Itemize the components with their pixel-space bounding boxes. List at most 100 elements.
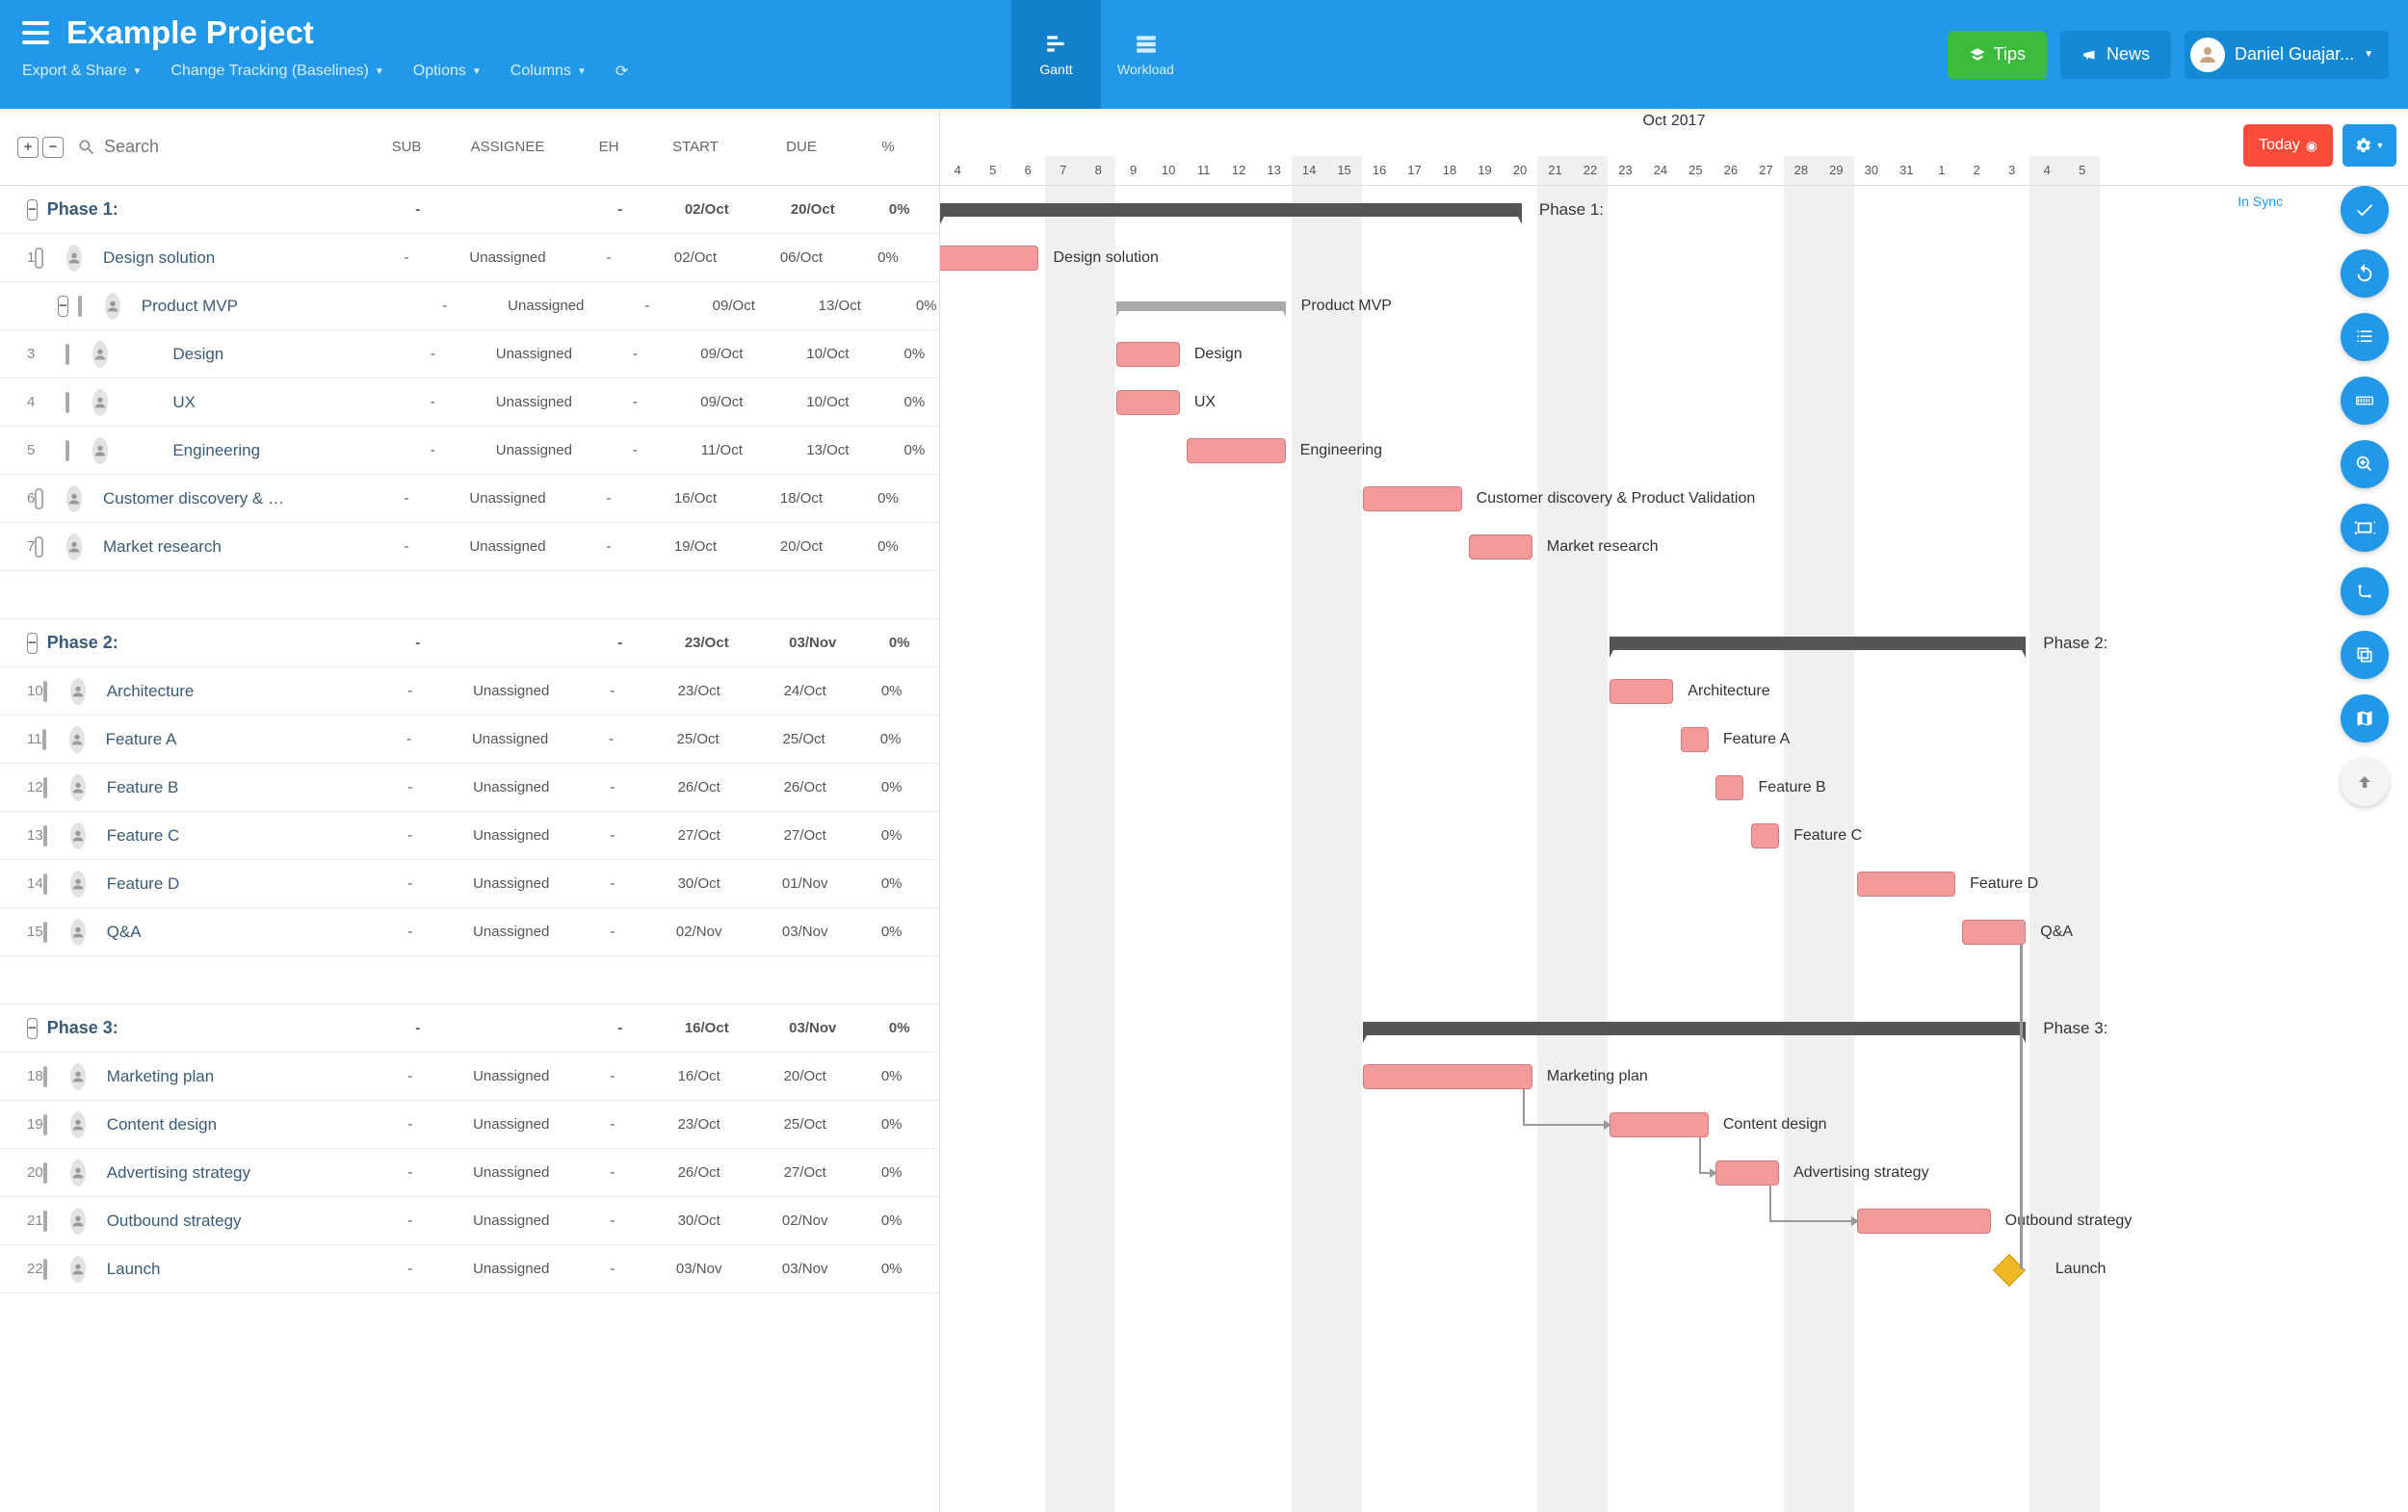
copy-button[interactable] [2341,631,2389,679]
search-input[interactable] [104,137,316,157]
assignee-avatar-icon[interactable] [92,389,108,416]
collapse-toggle[interactable]: − [27,199,38,221]
task-row[interactable]: 3Design-Unassigned-09/Oct10/Oct0% [0,330,939,378]
expand-all-button[interactable]: + [17,137,39,158]
col-header-start[interactable]: START [642,139,748,155]
scroll-top-button[interactable] [2341,758,2389,806]
assignee-avatar-icon[interactable] [92,437,108,464]
task-bar[interactable]: Feature C [1751,823,1779,848]
assignee-avatar-icon[interactable] [105,293,120,320]
workload-view-tab[interactable]: Workload [1101,0,1191,109]
col-header-eh[interactable]: EH [575,139,642,155]
col-header-sub[interactable]: SUB [373,139,440,155]
assignee-avatar-icon[interactable] [70,1063,86,1090]
task-checkbox[interactable] [35,536,43,558]
col-header-pct[interactable]: % [854,139,922,155]
today-button[interactable]: Today◉ [2243,124,2333,167]
assignee-avatar-icon[interactable] [69,726,85,753]
refresh-icon[interactable]: ⟳ [615,62,628,81]
task-checkbox[interactable] [43,1259,47,1280]
hamburger-icon[interactable] [22,21,49,44]
task-checkbox[interactable] [35,488,43,509]
task-row[interactable]: −Phase 3:--16/Oct03/Nov0% [0,1004,939,1053]
task-bar[interactable]: Engineering [1187,438,1285,463]
task-row[interactable]: 4UX-Unassigned-09/Oct10/Oct0% [0,378,939,427]
task-checkbox[interactable] [65,392,69,413]
task-row[interactable]: 13Feature C-Unassigned-27/Oct27/Oct0% [0,812,939,860]
task-row[interactable]: 20Advertising strategy-Unassigned-26/Oct… [0,1149,939,1197]
assignee-avatar-icon[interactable] [70,774,86,801]
phase-bar[interactable]: Phase 3: [1363,1022,2026,1035]
assignee-avatar-icon[interactable] [70,1208,86,1235]
user-menu[interactable]: Daniel Guajar...▼ [2185,31,2389,79]
task-row[interactable]: 12Feature B-Unassigned-26/Oct26/Oct0% [0,764,939,812]
task-checkbox[interactable] [65,344,69,365]
task-row[interactable]: 1Design solution-Unassigned-02/Oct06/Oct… [0,234,939,282]
task-bar[interactable]: Feature B [1715,775,1743,800]
task-bar[interactable]: Marketing plan [1363,1064,1532,1089]
task-checkbox[interactable] [43,922,47,943]
task-bar[interactable]: Content design [1610,1112,1708,1137]
task-row[interactable]: −Product MVP-Unassigned-09/Oct13/Oct0% [0,282,939,330]
task-checkbox[interactable] [43,1162,47,1184]
col-header-due[interactable]: DUE [748,139,854,155]
task-row[interactable]: 5Engineering-Unassigned-11/Oct13/Oct0% [0,427,939,475]
task-row[interactable]: 11Feature A-Unassigned-25/Oct25/Oct0% [0,716,939,764]
ruler-button[interactable] [2341,377,2389,425]
collapse-toggle[interactable]: − [27,1018,38,1039]
zoom-in-button[interactable] [2341,440,2389,488]
export-share-menu[interactable]: Export & Share▼ [22,63,142,80]
task-bar[interactable]: Outbound strategy [1857,1209,1991,1234]
task-checkbox[interactable] [43,777,47,798]
assignee-avatar-icon[interactable] [66,534,82,560]
assignee-avatar-icon[interactable] [70,678,86,705]
task-checkbox[interactable] [43,825,47,847]
columns-menu[interactable]: Columns▼ [510,63,587,80]
critical-path-button[interactable] [2341,567,2389,615]
task-bar[interactable]: Customer discovery & Product Validation [1363,486,1461,511]
gantt-view-tab[interactable]: Gantt [1011,0,1101,109]
task-checkbox[interactable] [43,1211,47,1232]
task-checkbox[interactable] [43,1066,47,1087]
subphase-bar[interactable]: Product MVP [1116,301,1286,311]
assignee-avatar-icon[interactable] [70,1111,86,1138]
task-bar[interactable]: Feature D [1857,872,1955,897]
task-checkbox[interactable] [43,1114,47,1135]
collapse-all-button[interactable]: − [42,137,64,158]
col-header-assignee[interactable]: ASSIGNEE [440,139,575,155]
task-row[interactable]: 21Outbound strategy-Unassigned-30/Oct02/… [0,1197,939,1245]
options-menu[interactable]: Options▼ [413,63,482,80]
undo-button[interactable] [2341,249,2389,298]
map-button[interactable] [2341,694,2389,743]
task-row[interactable]: 15Q&A-Unassigned-02/Nov03/Nov0% [0,908,939,956]
task-checkbox[interactable] [42,729,46,750]
task-bar[interactable]: UX [1116,390,1180,415]
task-bar[interactable]: Design solution [940,246,1038,271]
change-tracking-menu[interactable]: Change Tracking (Baselines)▼ [170,63,383,80]
news-button[interactable]: News [2060,31,2171,79]
assignee-avatar-icon[interactable] [70,822,86,849]
task-checkbox[interactable] [35,248,43,269]
task-row[interactable]: 19Content design-Unassigned-23/Oct25/Oct… [0,1101,939,1149]
tips-button[interactable]: Tips [1948,31,2047,79]
gantt-chart[interactable]: Phase 1:Design solutionProduct MVPDesign… [940,186,2408,1512]
task-checkbox[interactable] [78,296,82,317]
assignee-avatar-icon[interactable] [70,1256,86,1283]
collapse-toggle[interactable]: − [27,633,38,654]
task-row[interactable]: 10Architecture-Unassigned-23/Oct24/Oct0% [0,667,939,716]
assignee-avatar-icon[interactable] [92,341,108,368]
task-bar[interactable]: Feature A [1681,727,1709,752]
assignee-avatar-icon[interactable] [70,919,86,946]
assignee-avatar-icon[interactable] [66,485,82,512]
phase-bar[interactable]: Phase 2: [1610,637,2026,650]
task-bar[interactable]: Market research [1469,534,1532,560]
task-row[interactable]: 18Marketing plan-Unassigned-16/Oct20/Oct… [0,1053,939,1101]
task-row[interactable]: 14Feature D-Unassigned-30/Oct01/Nov0% [0,860,939,908]
assignee-avatar-icon[interactable] [70,871,86,898]
settings-button[interactable]: ▼ [2343,124,2396,167]
task-row[interactable]: −Phase 2:--23/Oct03/Nov0% [0,619,939,667]
task-bar[interactable]: Design [1116,342,1180,367]
outline-button[interactable] [2341,313,2389,361]
task-checkbox[interactable] [43,681,47,702]
fit-button[interactable] [2341,504,2389,552]
